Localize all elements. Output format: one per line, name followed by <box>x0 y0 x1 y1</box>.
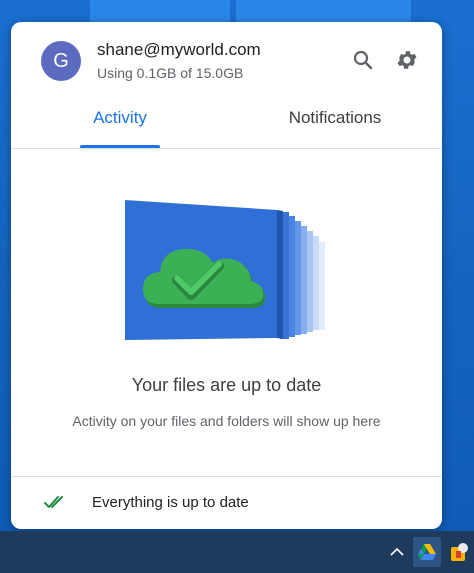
google-drive-icon <box>418 544 436 560</box>
app-icon[interactable] <box>448 541 470 563</box>
search-icon <box>353 50 373 70</box>
status-subtitle: Activity on your files and folders will … <box>72 413 381 429</box>
gear-icon <box>397 51 417 69</box>
account-email: shane@myworld.com <box>97 40 261 59</box>
desktop-window-edge <box>90 0 230 22</box>
settings-button[interactable] <box>395 48 419 72</box>
footer-divider <box>11 476 442 477</box>
storage-usage: Using 0.1GB of 15.0GB <box>97 65 244 81</box>
cloud-check-folder-illustration <box>125 200 325 340</box>
status-title: Your files are up to date <box>131 375 322 395</box>
tab-notifications[interactable]: Notifications <box>261 108 409 148</box>
chevron-up-icon[interactable] <box>388 543 406 561</box>
sync-status-text: Everything is up to date <box>92 494 249 511</box>
tab-divider <box>11 148 442 149</box>
drive-popup-panel: G shane@myworld.com Using 0.1GB of 15.0G… <box>11 22 442 529</box>
tab-activity[interactable]: Activity <box>80 108 160 148</box>
taskbar <box>0 531 474 573</box>
google-drive-tray-button[interactable] <box>413 537 441 567</box>
search-button[interactable] <box>351 48 375 72</box>
double-check-icon <box>44 496 63 508</box>
desktop-window-edge <box>236 0 411 22</box>
avatar[interactable]: G <box>41 41 81 81</box>
